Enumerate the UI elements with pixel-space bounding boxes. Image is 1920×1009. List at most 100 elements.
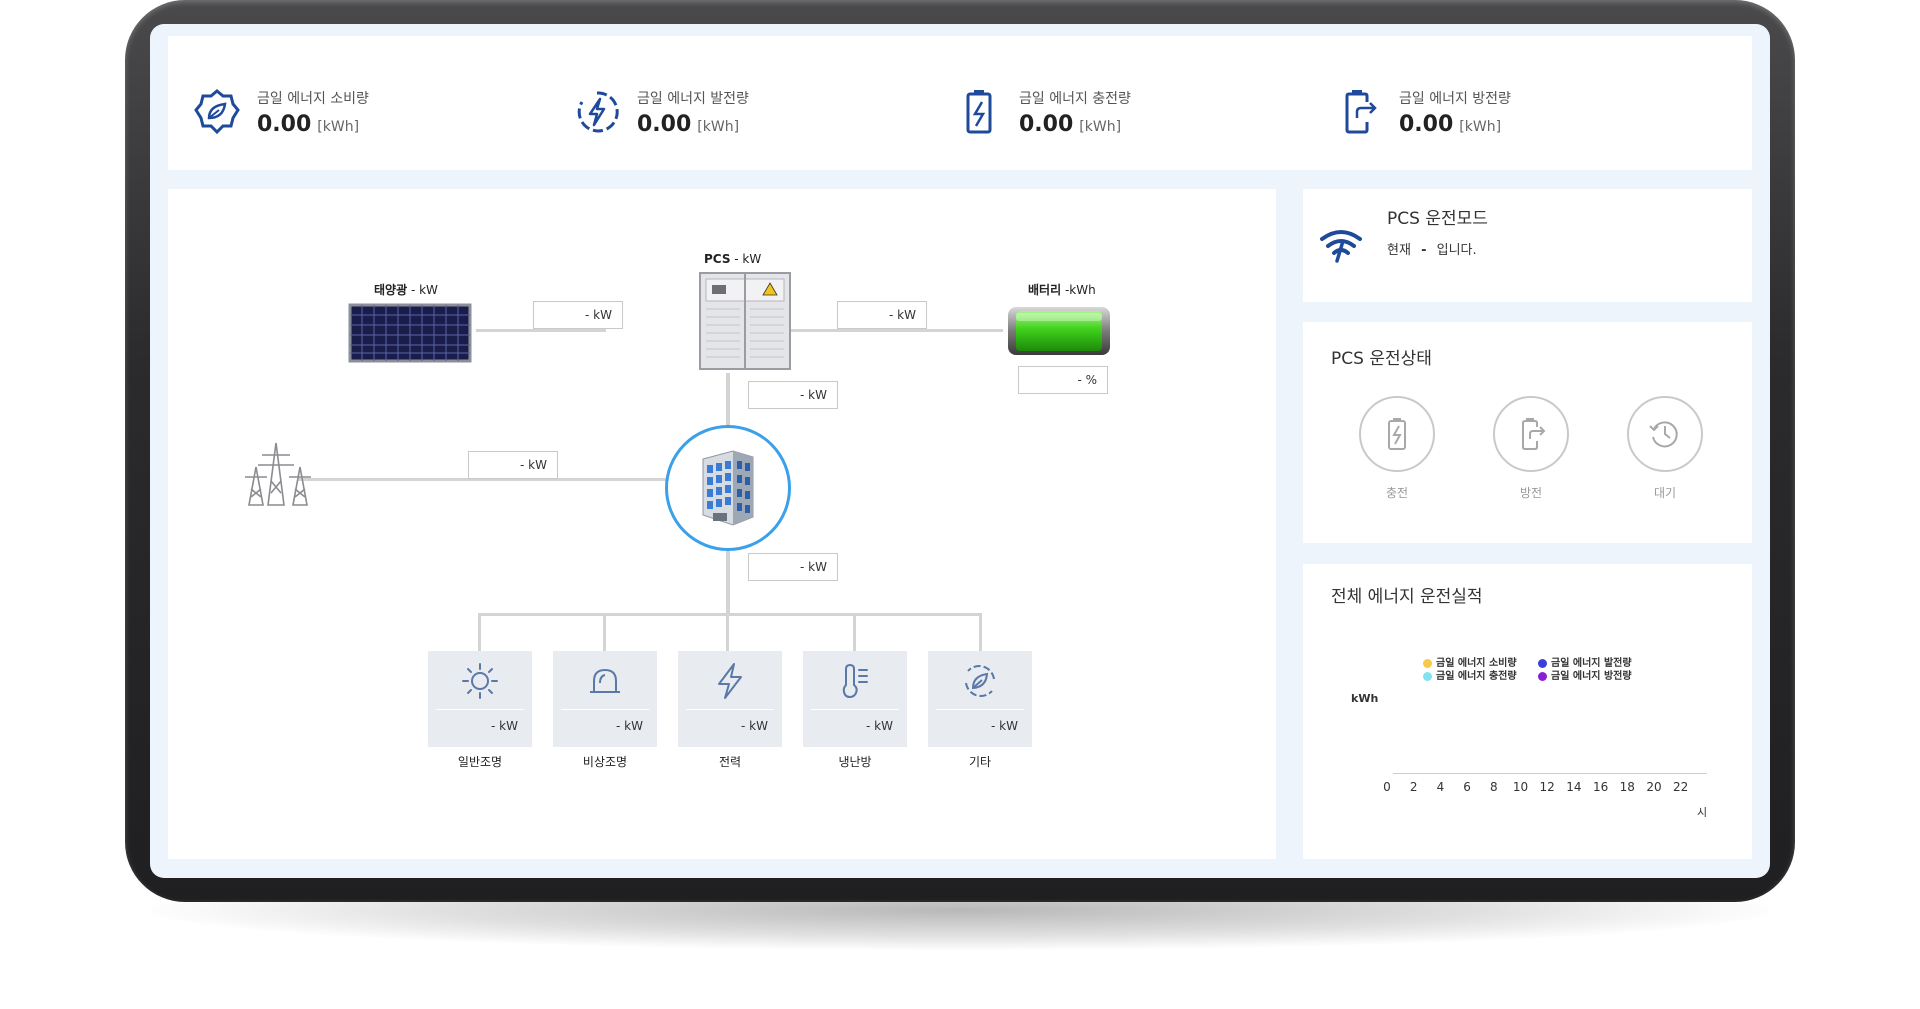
load-value: - kW (991, 719, 1018, 733)
kpi-label: 금일 에너지 충전량 (1019, 91, 1131, 107)
load-hvac: - kW 냉난방 (803, 651, 907, 769)
bolt-circle-icon (577, 91, 619, 133)
chart-ylabel: kWh (1351, 692, 1379, 705)
legend-swatch (1538, 671, 1547, 681)
pcs-battery-line (778, 329, 1003, 332)
solar-label: 태양광 - kW (374, 283, 438, 297)
load-value: - kW (616, 719, 643, 733)
pcs-building-value: - kW (748, 381, 838, 409)
lightning-icon (718, 663, 742, 699)
battery-charge-icon (966, 90, 992, 134)
kpi-charge: 금일 에너지 충전량 0.00 [kWh] (955, 76, 1255, 176)
chart-x-tick: 10 (1512, 780, 1529, 794)
kpi-value: 0.00 [kWh] (1399, 112, 1502, 137)
load-value: - kW (741, 719, 768, 733)
kpi-label: 금일 에너지 소비량 (257, 91, 369, 107)
energy-performance-title: 전체 에너지 운전실적 (1331, 587, 1483, 607)
state-charge-button[interactable] (1359, 396, 1435, 472)
leaf-badge-icon (194, 89, 240, 135)
pcs-label: PCS - kW (704, 252, 762, 266)
state-discharge-label: 방전 (1519, 486, 1543, 500)
kpi-label: 금일 에너지 방전량 (1399, 91, 1511, 107)
chart-x-tick: 16 (1592, 780, 1609, 794)
pcs-state-title: PCS 운전상태 (1331, 349, 1432, 369)
pcs-building-line (726, 373, 730, 429)
status-value: - (1421, 243, 1427, 258)
load-general-lighting: - kW 일반조명 (428, 651, 532, 769)
emergency-light-icon (590, 668, 620, 693)
state-standby-label: 대기 (1653, 486, 1677, 500)
legend-charge: 금일 에너지 충전량 (1423, 667, 1517, 682)
load-drop-2 (603, 613, 606, 653)
state-standby-button[interactable] (1627, 396, 1703, 472)
pcs-mode-panel: PCS 운전모드 현재 - 입니다. (1303, 189, 1752, 302)
battery-charge-icon (1388, 418, 1406, 450)
kpi-consumption: 금일 에너지 소비량 0.00 [kWh] (193, 76, 493, 176)
load-drop-3 (726, 613, 729, 653)
chart-x-tick: 4 (1436, 780, 1445, 794)
legend-discharge: 금일 에너지 방전량 (1538, 667, 1632, 682)
chart-x-tick: 18 (1619, 780, 1635, 794)
sun-icon (462, 663, 498, 699)
load-divider (686, 709, 774, 710)
power-tower-icon (245, 442, 311, 506)
thermometer-icon (842, 663, 868, 699)
load-divider (936, 709, 1024, 710)
clock-history-icon (1649, 421, 1678, 448)
load-value: - kW (866, 719, 893, 733)
load-value: - kW (491, 719, 518, 733)
load-divider (561, 709, 649, 710)
state-charge-label: 충전 (1385, 486, 1409, 500)
chart-x-tick: 22 (1673, 780, 1689, 794)
building-loads-value: - kW (748, 553, 838, 581)
load-name: 비상조명 (582, 755, 628, 769)
pcs-inverter-icon (699, 272, 791, 370)
load-divider (811, 709, 899, 710)
grid-building-value: - kW (468, 451, 558, 479)
solar-pcs-line (476, 329, 606, 332)
battery-label: 배터리 -kWh (1028, 283, 1096, 297)
load-power: - kW 전력 (678, 651, 782, 769)
kpi-generation: 금일 에너지 발전량 0.00 [kWh] (573, 76, 873, 176)
recycle-leaf-icon (965, 665, 995, 697)
loads-bus-line (478, 613, 982, 616)
kpi-panel: 금일 에너지 소비량 0.00 [kWh] 금일 에너지 발전량 0.00 [kWh… (168, 36, 1752, 170)
load-name: 일반조명 (457, 755, 503, 769)
state-discharge-button[interactable] (1493, 396, 1569, 472)
chart-x-tick: 8 (1489, 780, 1498, 794)
status-prefix: 현재 (1387, 243, 1411, 258)
load-drop-1 (478, 613, 481, 653)
load-name: 전력 (718, 755, 742, 769)
status-suffix: 입니다. (1436, 243, 1477, 258)
energy-flow-panel: 태양광 - kW - kW PCS - kW - kW - kW 배터리 -kW… (168, 189, 1276, 859)
chart-x-tick: 0 (1383, 780, 1391, 794)
load-other: - kW 기타 (928, 651, 1032, 769)
load-name: 냉난방 (838, 755, 872, 769)
load-divider (436, 709, 524, 710)
building-icon (702, 450, 754, 526)
kpi-value: 0.00 [kWh] (257, 112, 360, 137)
kpi-label: 금일 에너지 발전량 (637, 91, 749, 107)
dashboard-screen: 금일 에너지 소비량 0.00 [kWh] 금일 에너지 발전량 0.00 [kWh… (150, 24, 1770, 878)
chart-x-tick: 14 (1566, 780, 1582, 794)
load-drop-4 (853, 613, 856, 653)
battery-soc-value: - % (1018, 366, 1108, 394)
kpi-value: 0.00 [kWh] (1019, 112, 1122, 137)
pcs-battery-value: - kW (837, 301, 927, 329)
kpi-value: 0.00 [kWh] (637, 112, 740, 137)
battery-discharge-icon (1522, 418, 1546, 450)
solar-panel-icon (348, 303, 472, 363)
energy-performance-panel: 전체 에너지 운전실적 금일 에너지 소비량 금일 에너지 발전량 금일 에너지… (1303, 564, 1752, 859)
load-drop-5 (979, 613, 982, 653)
kpi-discharge: 금일 에너지 방전량 0.00 [kWh] (1335, 76, 1635, 176)
battery-icon (1008, 307, 1110, 355)
chart-x-tick: 2 (1409, 780, 1418, 794)
legend-swatch (1423, 671, 1432, 681)
chart-x-axis (1393, 773, 1707, 774)
chart-x-tick: 20 (1646, 780, 1662, 794)
solar-pcs-value: - kW (533, 301, 623, 329)
load-emergency-lighting: - kW 비상조명 (553, 651, 657, 769)
chart-x-tick: 12 (1539, 780, 1555, 794)
load-name: 기타 (968, 755, 992, 769)
battery-discharge-icon (1345, 90, 1377, 134)
